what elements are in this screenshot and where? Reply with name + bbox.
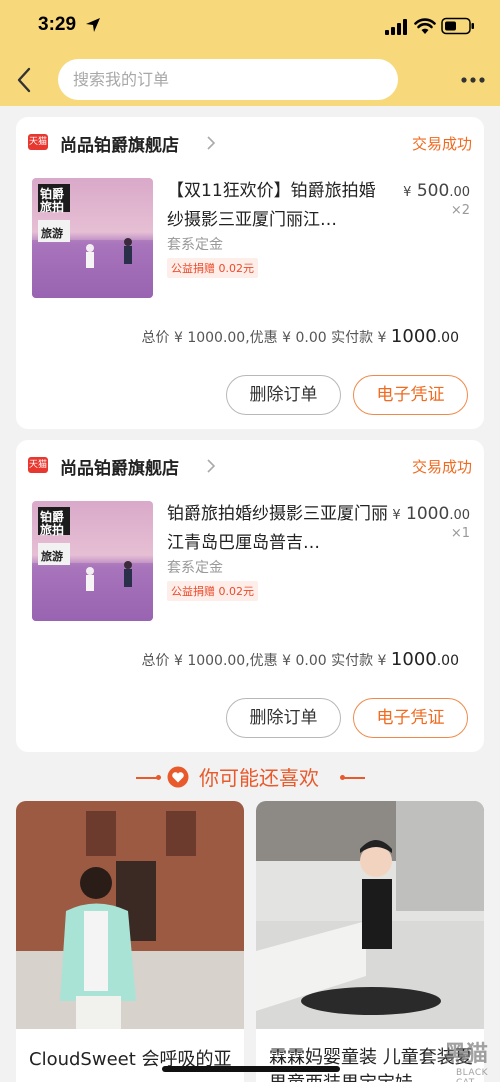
watermark-logo: 黑猫 BLACK CAT: [418, 1032, 498, 1082]
unit-price: ¥ 500.00: [403, 181, 470, 201]
search-input[interactable]: 搜索我的订单: [58, 59, 398, 100]
paid-integer: 1000: [390, 649, 437, 670]
product-image[interactable]: 铂爵 旅拍 旅游: [32, 178, 153, 298]
order-total: 总价 ¥ 1000.00,优惠 ¥ 0.00 实付款 ¥ 1000.00: [142, 649, 459, 670]
delete-order-button[interactable]: 删除订单: [226, 698, 341, 738]
charity-tag: 公益捐赠 0.02元: [167, 581, 258, 601]
chevron-right-icon: [207, 136, 216, 150]
e-voucher-button[interactable]: 电子凭证: [353, 698, 468, 738]
tmall-badge-icon: 天猫: [28, 457, 48, 473]
recommend-header: 你可能还喜欢: [0, 760, 500, 794]
price-currency: ¥: [403, 185, 412, 200]
divider-dot: [156, 775, 161, 780]
unit-price: ¥ 1000.00: [392, 504, 470, 524]
tmall-badge-icon: 天猫: [28, 134, 48, 150]
order-status: 交易成功: [411, 458, 472, 476]
product-image[interactable]: 铂爵 旅拍 旅游: [32, 501, 153, 621]
recommend-item[interactable]: CloudSweet 会呼吸的亚: [16, 801, 244, 1082]
product-photo[interactable]: [256, 801, 484, 1029]
recommend-title: 你可能还喜欢: [199, 766, 319, 790]
top-header: 3:29 搜索我的订单: [0, 0, 500, 106]
price-integer: 500: [416, 181, 450, 201]
shop-row[interactable]: 天猫 尚品铂爵旗舰店 交易成功: [28, 131, 472, 157]
quantity: ×2: [450, 203, 470, 218]
charity-tag: 公益捐赠 0.02元: [167, 258, 258, 278]
divider-line: [136, 777, 158, 779]
quantity: ×1: [450, 526, 470, 541]
order-card[interactable]: 天猫 尚品铂爵旗舰店 交易成功 铂爵: [16, 440, 484, 752]
product-sku: 套系定金: [167, 560, 223, 576]
price-decimal: .00: [449, 508, 470, 523]
price-currency: ¥: [392, 508, 401, 523]
paid-decimal: .00: [436, 653, 459, 669]
more-options-icon[interactable]: [460, 76, 486, 84]
paid-decimal: .00: [436, 330, 459, 346]
image-brand-text: 旅游: [41, 550, 63, 563]
chevron-right-icon: [207, 459, 216, 473]
total-label: 总价 ¥ 1000.00,优惠 ¥ 0.00 实付款 ¥: [141, 653, 387, 669]
shop-row[interactable]: 天猫 尚品铂爵旗舰店 交易成功: [28, 454, 472, 480]
image-brand-text: 旅拍: [40, 523, 65, 537]
product-photo[interactable]: [16, 801, 244, 1029]
price-integer: 1000: [406, 504, 450, 524]
watermark-sub-text: BLACK CAT: [456, 1068, 489, 1082]
shop-name[interactable]: 尚品铂爵旗舰店: [60, 454, 179, 479]
order-total: 总价 ¥ 1000.00,优惠 ¥ 0.00 实付款 ¥ 1000.00: [142, 326, 459, 347]
image-brand-text: 旅拍: [40, 200, 65, 214]
wifi-icon: [414, 18, 436, 34]
shop-name[interactable]: 尚品铂爵旗舰店: [60, 131, 179, 156]
cellular-signal-icon: [385, 19, 407, 35]
divider-line: [343, 777, 365, 779]
heart-icon: [167, 766, 189, 788]
home-indicator[interactable]: [162, 1066, 340, 1072]
total-label: 总价 ¥ 1000.00,优惠 ¥ 0.00 实付款 ¥: [141, 330, 387, 346]
product-title[interactable]: 铂爵旅拍婚纱摄影三亚厦门丽江青岛巴厘岛普吉…: [167, 500, 392, 558]
paid-integer: 1000: [390, 326, 437, 347]
back-arrow-icon[interactable]: [14, 66, 36, 94]
image-brand-text: 旅游: [41, 227, 63, 240]
location-arrow-icon: [86, 18, 100, 32]
product-sku: 套系定金: [167, 237, 223, 253]
delete-order-button[interactable]: 删除订单: [226, 375, 341, 415]
order-status: 交易成功: [411, 135, 472, 153]
battery-icon: [441, 17, 474, 35]
watermark-main-text: 黑猫: [444, 1042, 489, 1067]
e-voucher-button[interactable]: 电子凭证: [353, 375, 468, 415]
order-card[interactable]: 天猫 尚品铂爵旗舰店 交易成功 铂爵: [16, 117, 484, 429]
product-title[interactable]: 【双11狂欢价】铂爵旅拍婚纱摄影三亚厦门丽江…: [167, 177, 392, 235]
status-bar: 3:29: [0, 0, 500, 54]
price-decimal: .00: [449, 185, 470, 200]
status-time: 3:29: [38, 14, 77, 35]
